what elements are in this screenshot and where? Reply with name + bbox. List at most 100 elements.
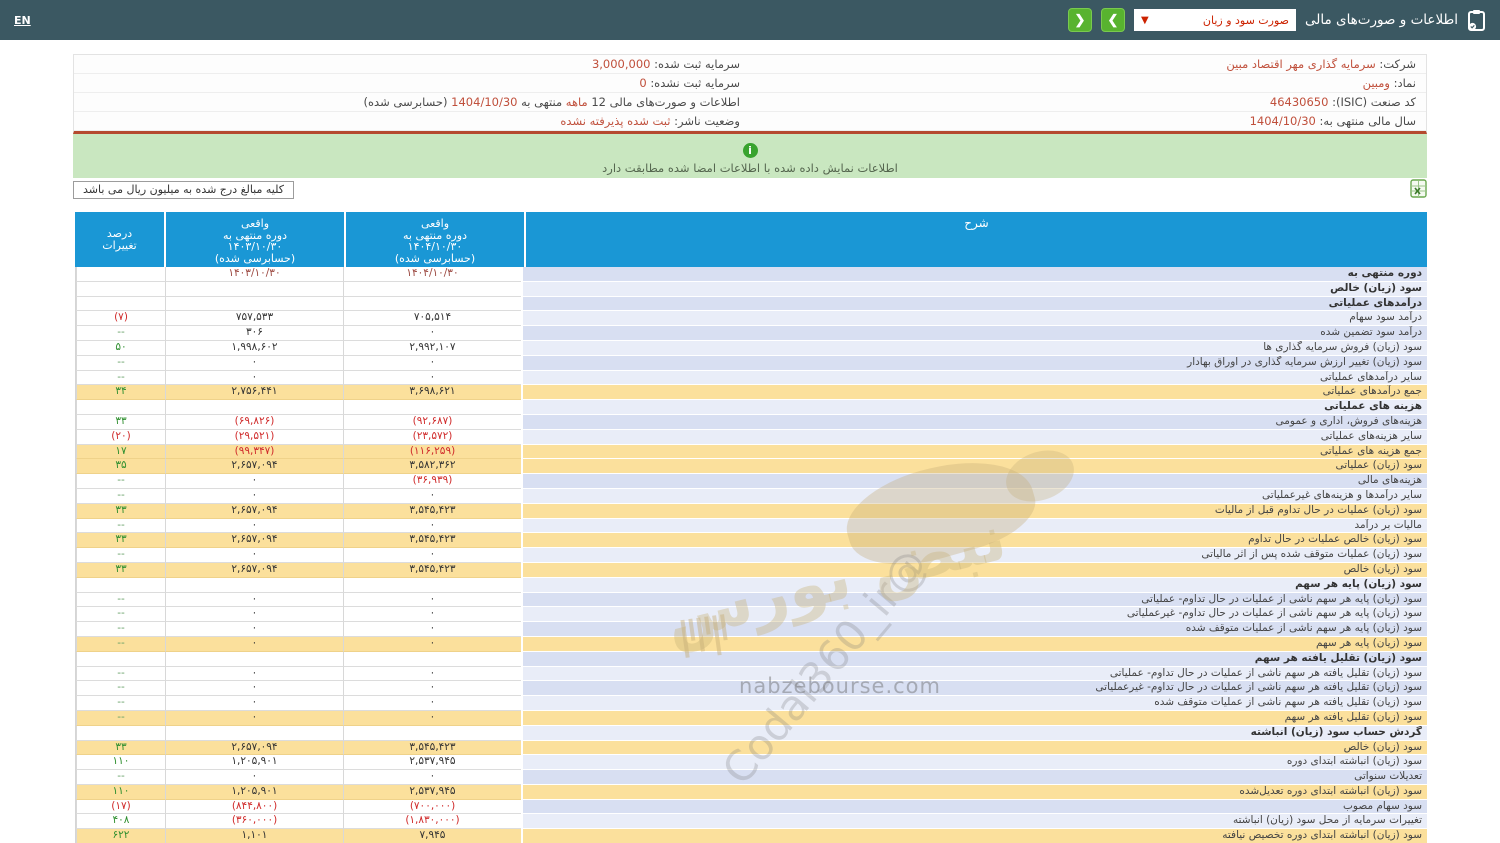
row-description: سود (زیان) پایه هر سهم	[521, 637, 1427, 652]
row-description: سود (زیان) انباشته ابتدای دوره	[521, 755, 1427, 770]
row-description: سود (زیان) پایه هر سهم ناشی از عملیات در…	[521, 593, 1427, 608]
change-percent: ۳۳	[76, 533, 165, 548]
report-type-selected: صورت سود و زیان	[1203, 14, 1289, 27]
table-row: سود (زیان) تقلیل یافته هر سهم۰۰--	[76, 711, 1427, 726]
value-period-1403: (۸۴۴,۸۰۰)	[165, 800, 343, 815]
value-period-1403: ۰	[165, 593, 343, 608]
table-row: سود (زیان) خالص عملیات در حال تداوم۳,۵۴۵…	[76, 533, 1427, 548]
value-period-1403: ۰	[165, 681, 343, 696]
language-toggle-en[interactable]: EN	[14, 14, 31, 27]
change-percent	[76, 400, 165, 415]
table-row: سود (زیان) پایه هر سهم۰۰--	[76, 637, 1427, 652]
header-description: شرح	[526, 212, 1427, 267]
value-period-1403: ۲,۶۵۷,۰۹۴	[165, 533, 343, 548]
row-description: مالیات بر درآمد	[521, 519, 1427, 534]
value-period-1403: ۲,۶۵۷,۰۹۴	[165, 459, 343, 474]
change-percent: (۷)	[76, 311, 165, 326]
value-period-1404: (۱,۸۳۰,۰۰۰)	[343, 814, 521, 829]
statement-period-label: اطلاعات و صورت‌های مالی 12	[591, 95, 740, 109]
value-period-1403: (۹۹,۳۴۷)	[165, 445, 343, 460]
value-period-1403: ۰	[165, 489, 343, 504]
change-percent: --	[76, 593, 165, 608]
value-period-1404	[343, 726, 521, 741]
table-row: هزینه های عملیاتی	[76, 400, 1427, 415]
table-row: سود (زیان) پایه هر سهم ناشی از عملیات در…	[76, 593, 1427, 608]
note-row: کلیه مبالغ درج شده به میلیون ریال می باش…	[73, 181, 1427, 201]
value-period-1404: ۳,۵۴۵,۴۲۳	[343, 563, 521, 578]
value-period-1403	[165, 726, 343, 741]
table-row: سود (زیان) تقلیل یافته هر سهم ناشی از عم…	[76, 667, 1427, 682]
value-period-1403: ۰	[165, 696, 343, 711]
value-period-1403: ۱,۹۹۸,۶۰۲	[165, 341, 343, 356]
value-period-1403: ۱,۲۰۵,۹۰۱	[165, 785, 343, 800]
change-percent: --	[76, 607, 165, 622]
change-percent: --	[76, 356, 165, 371]
value-period-1404: (۳۶,۹۳۹)	[343, 474, 521, 489]
value-period-1403: ۲,۶۵۷,۰۹۴	[165, 504, 343, 519]
company-name-row: شرکت: سرمایه گذاری مهر اقتصاد مبین	[750, 55, 1426, 74]
value-period-1403: ۰	[165, 548, 343, 563]
amounts-unit-note: کلیه مبالغ درج شده به میلیون ریال می باش…	[73, 181, 294, 199]
symbol-link[interactable]: ومبین	[1363, 76, 1390, 90]
change-percent: ۳۳	[76, 504, 165, 519]
row-description: سود (زیان) انباشته ابتدای دوره تعدیل‌شده	[521, 785, 1427, 800]
row-description: سود (زیان) تقلیل یافته هر سهم ناشی از عم…	[521, 681, 1427, 696]
next-report-button[interactable]: ❯	[1101, 8, 1125, 32]
change-percent	[76, 297, 165, 312]
table-row: درآمد سود تضمین شده۰۳۰۶--	[76, 326, 1427, 341]
change-percent	[76, 726, 165, 741]
change-percent: ۶۲۲	[76, 829, 165, 843]
value-period-1403	[165, 400, 343, 415]
value-period-1404: ۰	[343, 770, 521, 785]
value-period-1404: ۷,۹۴۵	[343, 829, 521, 843]
statement-period-months: ماهه	[566, 95, 588, 109]
value-period-1404: ۰	[343, 681, 521, 696]
table-row: سود سهام مصوب(۷۰۰,۰۰۰)(۸۴۴,۸۰۰)(۱۷)	[76, 800, 1427, 815]
value-period-1404: ۰	[343, 711, 521, 726]
value-period-1404: (۹۲,۶۸۷)	[343, 415, 521, 430]
row-description: هزینه های عملیاتی	[521, 400, 1427, 415]
table-row: سود (زیان) عملیات در حال تداوم قبل از ما…	[76, 504, 1427, 519]
table-row: سود (زیان) پایه هر سهم ناشی از عملیات در…	[76, 607, 1427, 622]
row-description: سود (زیان) پایه هر سهم	[521, 578, 1427, 593]
company-name-link[interactable]: سرمایه گذاری مهر اقتصاد مبین	[1226, 57, 1375, 71]
value-period-1403: ۰	[165, 474, 343, 489]
table-row: سود (زیان) تقلیل یافته هر سهم ناشی از عم…	[76, 681, 1427, 696]
row-description: هزینه‌های فروش، اداری و عمومی	[521, 415, 1427, 430]
isic-value: 46430650	[1270, 95, 1329, 109]
header-period-1403: واقعی دوره منتهی به ۱۴۰۳/۱۰/۳۰ (حسابرسی …	[166, 212, 344, 267]
row-description: تعدیلات سنواتی	[521, 770, 1427, 785]
value-period-1404: ۳,۶۹۸,۶۲۱	[343, 385, 521, 400]
table-row: تغییرات سرمایه از محل سود (زیان) انباشته…	[76, 814, 1427, 829]
banner-message: اطلاعات نمایش داده شده با اطلاعات امضا ش…	[73, 161, 1427, 175]
table-row: سود (زیان) انباشته ابتدای دوره تعدیل‌شده…	[76, 785, 1427, 800]
value-period-1404: ۷۰۵,۵۱۴	[343, 311, 521, 326]
topbar: اطلاعات و صورت‌های مالی صورت سود و زیان …	[0, 0, 1500, 40]
registered-capital-label: سرمایه ثبت شده:	[654, 57, 740, 71]
table-row: گردش حساب سود (زیان) انباشته	[76, 726, 1427, 741]
change-percent: --	[76, 711, 165, 726]
excel-export-icon[interactable]	[1410, 179, 1427, 202]
symbol-row: نماد: ومبین	[750, 74, 1426, 93]
row-description: درآمد سود تضمین شده	[521, 326, 1427, 341]
value-period-1404: ۰	[343, 548, 521, 563]
table-row: سود (زیان) پایه هر سهم	[76, 578, 1427, 593]
change-percent: --	[76, 519, 165, 534]
fiscal-year-row: سال مالی منتهی به: 1404/10/30	[750, 112, 1426, 131]
header-change-percent: درصد تغییرات	[75, 212, 164, 267]
value-period-1404: ۰	[343, 371, 521, 386]
unregistered-capital-label: سرمایه ثبت نشده:	[650, 76, 740, 90]
row-description: سود (زیان) خالص	[521, 563, 1427, 578]
value-period-1403: ۱,۲۰۵,۹۰۱	[165, 755, 343, 770]
row-description: تغییرات سرمایه از محل سود (زیان) انباشته	[521, 814, 1427, 829]
report-type-dropdown[interactable]: صورت سود و زیان ▼	[1134, 9, 1296, 31]
value-period-1403: ۰	[165, 637, 343, 652]
prev-report-button[interactable]: ❮	[1068, 8, 1092, 32]
value-period-1404	[343, 652, 521, 667]
table-row: سود (زیان) تقلیل یافته هر سهم	[76, 652, 1427, 667]
unregistered-capital-row: سرمایه ثبت نشده: 0	[74, 74, 750, 93]
row-description: جمع درآمدهای عملیاتی	[521, 385, 1427, 400]
change-percent: ۳۳	[76, 415, 165, 430]
value-period-1404: ۰	[343, 696, 521, 711]
registered-capital-row: سرمایه ثبت شده: 3,000,000	[74, 55, 750, 74]
